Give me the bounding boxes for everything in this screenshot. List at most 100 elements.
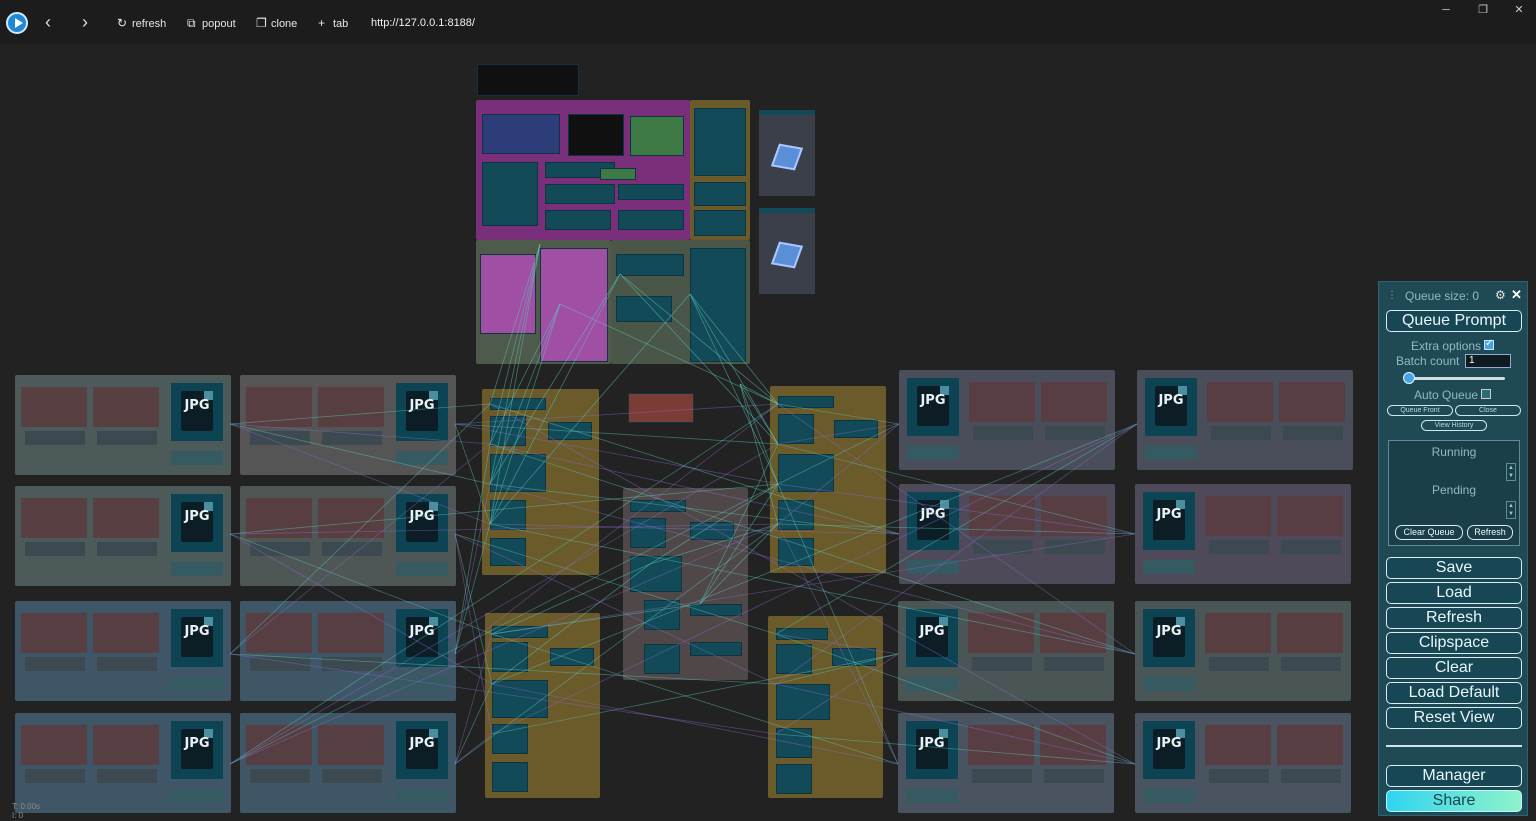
wire bbox=[454, 533, 493, 685]
wire bbox=[229, 403, 491, 425]
wire bbox=[689, 293, 779, 405]
wire bbox=[454, 533, 777, 685]
batch-slider-knob[interactable] bbox=[1403, 372, 1415, 384]
restore-icon[interactable]: ❐ bbox=[1473, 2, 1493, 18]
wire bbox=[689, 293, 779, 445]
close-small-button[interactable]: Close bbox=[1455, 405, 1521, 416]
extra-options-checkbox[interactable] bbox=[1484, 338, 1494, 350]
wire bbox=[491, 603, 701, 635]
wire bbox=[775, 633, 899, 655]
minimize-icon[interactable]: ─ bbox=[1436, 2, 1456, 18]
drag-handle-icon[interactable]: ⋮ bbox=[1387, 290, 1397, 301]
batch-count-label: Batch count bbox=[1396, 354, 1460, 368]
wire bbox=[491, 633, 899, 765]
wire bbox=[489, 243, 541, 445]
wire bbox=[491, 683, 899, 765]
wire bbox=[775, 733, 1136, 765]
clone-label: clone bbox=[271, 18, 298, 30]
wire bbox=[775, 653, 899, 685]
wire bbox=[739, 383, 779, 405]
load-default-button[interactable]: Load Default bbox=[1386, 682, 1522, 704]
comfyui-window: ‹ › ↻ refresh ⧉ popout ❐ clone + tab http://… bbox=[0, 0, 1536, 821]
queue-front-button[interactable]: Queue Front bbox=[1387, 405, 1453, 416]
wire bbox=[489, 243, 541, 525]
close-icon[interactable]: ✕ bbox=[1511, 287, 1522, 303]
clone-icon: ❐ bbox=[256, 16, 267, 30]
wire bbox=[777, 423, 900, 445]
wire bbox=[489, 523, 1136, 655]
wire bbox=[491, 563, 651, 685]
graph-canvas[interactable]: JPG JPG JPG JPG JPG JPG JPG JPG JPG JPG JPG JPG JPG… bbox=[0, 44, 1536, 821]
queue-prompt-button[interactable]: Queue Prompt bbox=[1386, 310, 1522, 332]
clear-button[interactable]: Clear bbox=[1386, 657, 1522, 679]
refresh-button[interactable]: ↻ refresh bbox=[117, 14, 166, 32]
wire bbox=[777, 423, 900, 485]
refresh-queue-button[interactable]: Refresh bbox=[1467, 525, 1513, 540]
close-icon[interactable]: ✕ bbox=[1509, 2, 1529, 18]
popout-icon: ⧉ bbox=[187, 16, 196, 30]
menu-divider bbox=[1386, 745, 1522, 747]
batch-count-slider[interactable] bbox=[1409, 377, 1505, 380]
queue-panel: Running ▲ ▼ Pending ▲ ▼ Clear Queue Refres… bbox=[1388, 440, 1520, 546]
clipspace-button[interactable]: Clipspace bbox=[1386, 632, 1522, 654]
wire bbox=[777, 483, 1136, 535]
wire bbox=[454, 733, 493, 765]
wire bbox=[777, 403, 1136, 655]
wire bbox=[777, 443, 1136, 535]
auto-queue-checkbox[interactable] bbox=[1481, 389, 1491, 399]
refresh-button[interactable]: Refresh bbox=[1386, 607, 1522, 629]
canvas-status: T: 0.00s I: 0 bbox=[12, 802, 40, 820]
wire bbox=[454, 523, 491, 655]
app-logo-icon[interactable] bbox=[6, 12, 28, 34]
wire bbox=[489, 273, 621, 485]
wire bbox=[229, 423, 491, 525]
wire bbox=[777, 523, 899, 765]
wire bbox=[777, 423, 900, 525]
clear-queue-button[interactable]: Clear Queue bbox=[1395, 525, 1463, 540]
wires-layer bbox=[229, 243, 1138, 765]
wire bbox=[489, 273, 621, 525]
view-history-button[interactable]: View History bbox=[1421, 420, 1487, 431]
wire bbox=[775, 423, 1138, 685]
load-button[interactable]: Load bbox=[1386, 582, 1522, 604]
wire bbox=[775, 683, 1136, 765]
pending-label: Pending bbox=[1431, 483, 1477, 497]
refresh-icon: ↻ bbox=[117, 16, 128, 30]
url-text[interactable]: http://127.0.0.1:8188/ bbox=[371, 14, 475, 32]
auto-queue-label: Auto Queue bbox=[1414, 388, 1479, 402]
wire bbox=[489, 443, 900, 535]
wire bbox=[699, 483, 779, 605]
share-button[interactable]: Share bbox=[1386, 790, 1522, 812]
reset-view-button[interactable]: Reset View bbox=[1386, 707, 1522, 729]
gear-icon[interactable]: ⚙ bbox=[1495, 288, 1506, 302]
wire bbox=[491, 423, 1138, 735]
forward-icon[interactable]: › bbox=[75, 12, 95, 32]
menu-header: ⋮ Queue size: 0 ⚙ ✕ bbox=[1379, 287, 1529, 304]
manager-button[interactable]: Manager bbox=[1386, 765, 1522, 787]
wire bbox=[619, 273, 779, 405]
batch-count-input[interactable]: 1 bbox=[1465, 354, 1511, 368]
popout-button[interactable]: ⧉ popout bbox=[187, 14, 236, 32]
wire bbox=[489, 243, 541, 485]
new-tab-button[interactable]: + tab bbox=[318, 14, 348, 32]
wire bbox=[777, 403, 900, 425]
wire bbox=[489, 243, 541, 405]
wire bbox=[454, 633, 493, 765]
wire bbox=[491, 423, 1138, 685]
wire bbox=[229, 403, 491, 655]
wire bbox=[229, 403, 779, 765]
back-icon[interactable]: ‹ bbox=[38, 12, 58, 32]
clone-button[interactable]: ❐ clone bbox=[256, 14, 297, 32]
queue-menu: ⋮ Queue size: 0 ⚙ ✕ Queue Prompt Extra o… bbox=[1378, 281, 1528, 816]
wire bbox=[229, 443, 779, 765]
save-button[interactable]: Save bbox=[1386, 557, 1522, 579]
wire bbox=[689, 293, 779, 485]
wire bbox=[489, 293, 691, 525]
pending-scroll[interactable]: ▲ ▼ bbox=[1506, 501, 1516, 519]
status-index: I: 0 bbox=[12, 811, 24, 820]
wire bbox=[619, 273, 779, 445]
browser-toolbar: ‹ › ↻ refresh ⧉ popout ❐ clone + tab http://… bbox=[0, 0, 1536, 44]
popout-label: popout bbox=[202, 18, 236, 30]
plus-icon: + bbox=[318, 16, 326, 30]
running-scroll[interactable]: ▲ ▼ bbox=[1506, 463, 1516, 481]
